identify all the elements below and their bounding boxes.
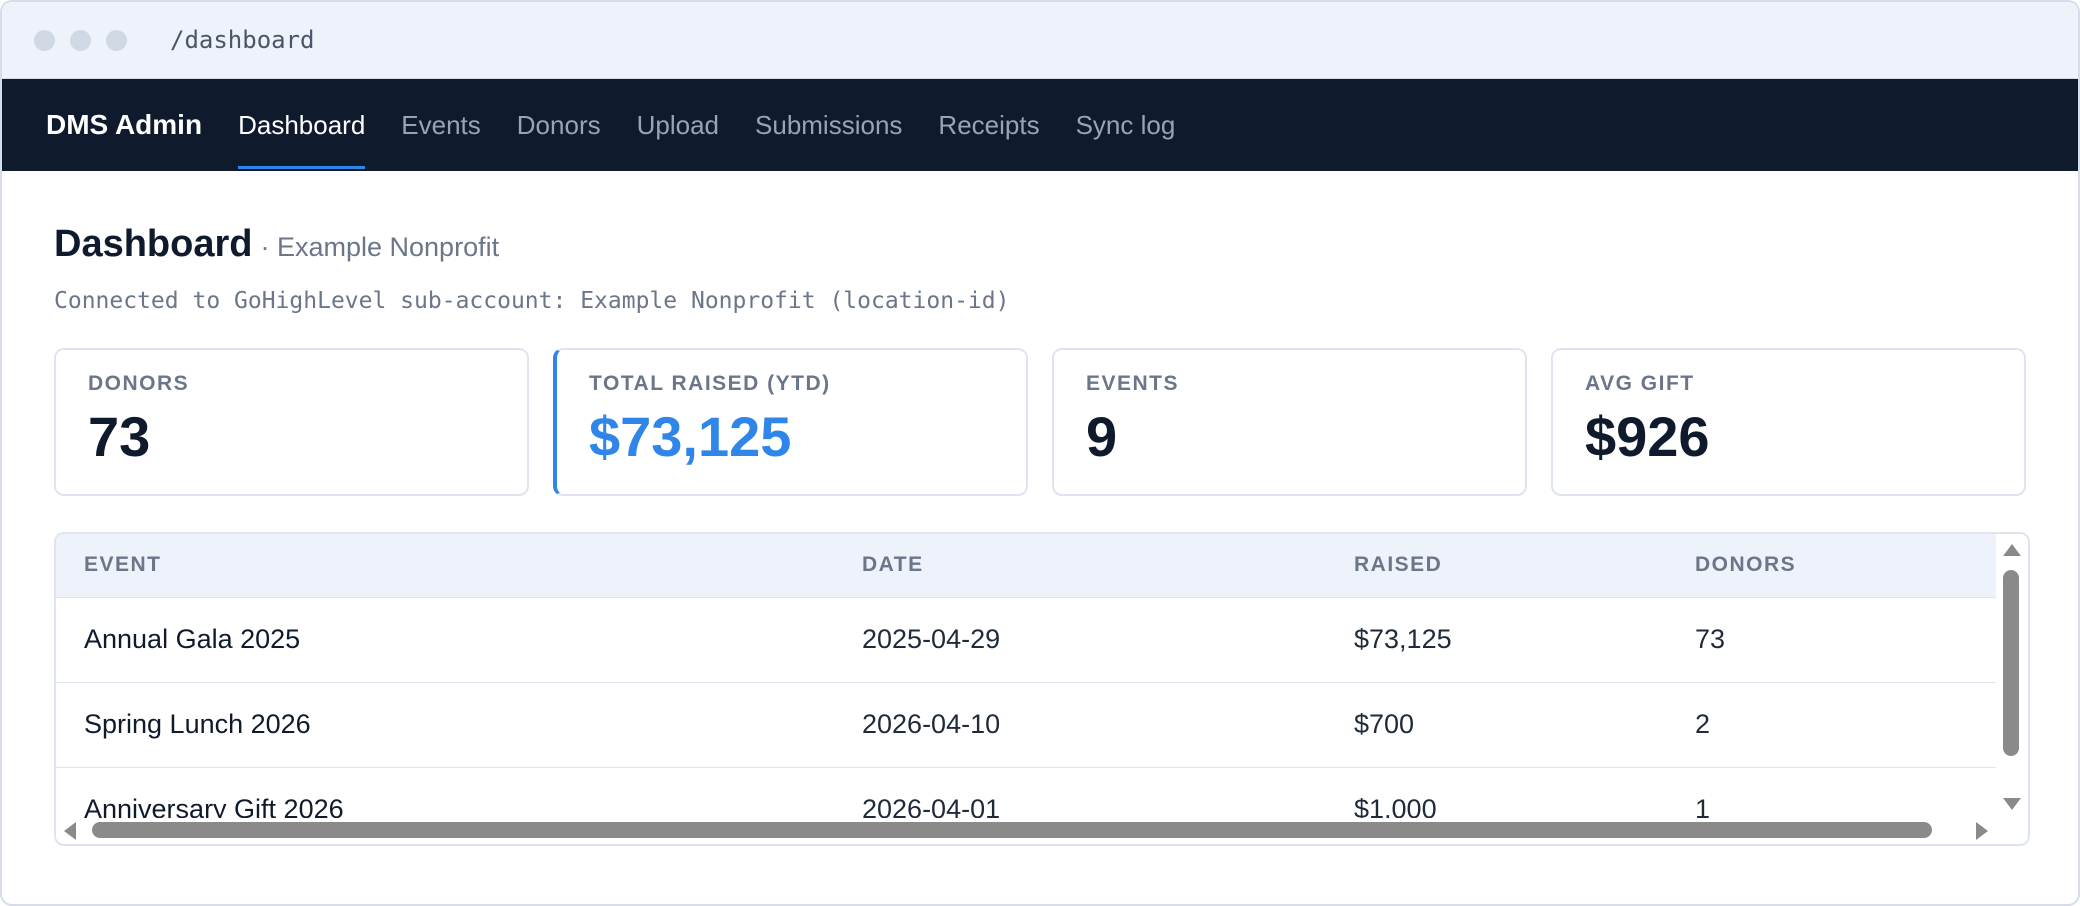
cell-event: Anniversary Gift 2026 [56,767,834,822]
scroll-right-arrow-icon[interactable] [1976,822,1988,840]
organization-name: · Example Nonprofit [260,232,500,262]
horizontal-scrollbar[interactable] [56,818,2028,844]
window-close-dot[interactable] [34,29,55,51]
stat-label: AVG GIFT [1585,372,1695,395]
brand-logo[interactable]: DMS Admin [46,79,202,171]
stat-label: TOTAL RAISED (YTD) [589,372,831,395]
vertical-scrollbar[interactable] [1996,534,2028,822]
main-content: Dashboard · Example Nonprofit Connected … [2,171,2078,846]
stat-card-total-raised: TOTAL RAISED (YTD) $73,125 [553,348,1028,496]
scroll-up-arrow-icon[interactable] [2003,544,2021,556]
horizontal-scroll-thumb[interactable] [92,822,1932,838]
stat-label: EVENTS [1086,372,1180,395]
cell-event: Annual Gala 2025 [56,597,834,683]
cell-event: Spring Lunch 2026 [56,682,834,768]
cell-donors: 2 [1667,682,1998,768]
table-row[interactable]: Annual Gala 2025 2025-04-29 $73,125 73 [56,597,1998,683]
stat-card-donors: DONORS 73 [54,348,529,496]
window-maximize-dot[interactable] [106,29,127,51]
stats-cards: DONORS 73 TOTAL RAISED (YTD) $73,125 EVE… [54,348,2026,496]
table-row[interactable]: Spring Lunch 2026 2026-04-10 $700 2 [56,682,1998,768]
page-title: Dashboard [54,223,253,265]
stat-value: 9 [1086,405,1118,468]
vertical-scroll-thumb[interactable] [2003,570,2019,756]
column-header-donors[interactable]: DONORS [1667,534,1998,598]
window-minimize-dot[interactable] [70,29,91,51]
cell-raised: $1,000 [1326,767,1667,822]
table-header-row: EVENT DATE RAISED DONORS [56,534,1998,598]
stat-value: $926 [1585,405,1710,468]
top-navbar: DMS Admin Dashboard Events Donors Upload… [2,79,2078,171]
column-header-raised[interactable]: RAISED [1326,534,1667,598]
nav-item-donors[interactable]: Donors [517,79,601,171]
scroll-down-arrow-icon[interactable] [2003,798,2021,810]
scroll-left-arrow-icon[interactable] [64,822,76,840]
stat-card-avg-gift: AVG GIFT $926 [1551,348,2026,496]
cell-raised: $700 [1326,682,1667,768]
table-row[interactable]: Anniversary Gift 2026 2026-04-01 $1,000 … [56,767,1998,822]
column-header-date[interactable]: DATE [834,534,1326,598]
cell-date: 2025-04-29 [834,597,1326,683]
cell-date: 2026-04-01 [834,767,1326,822]
page-heading: Dashboard · Example Nonprofit [54,223,2026,266]
stat-label: DONORS [88,372,190,395]
cell-donors: 1 [1667,767,1998,822]
events-table-container: EVENT DATE RAISED DONORS Annual Gala 202… [54,532,2030,846]
address-bar-url[interactable]: /dashboard [170,26,315,54]
nav-item-sync-log[interactable]: Sync log [1076,79,1176,171]
stat-value: $73,125 [589,405,792,468]
connection-status: Connected to GoHighLevel sub-account: Ex… [54,288,1010,314]
nav-item-dashboard[interactable]: Dashboard [238,79,366,171]
column-header-event[interactable]: EVENT [56,534,834,598]
browser-window: /dashboard DMS Admin Dashboard Events Do… [0,0,2080,906]
cell-raised: $73,125 [1326,597,1667,683]
nav-item-events[interactable]: Events [401,79,481,171]
nav-item-submissions[interactable]: Submissions [755,79,902,171]
events-table: EVENT DATE RAISED DONORS Annual Gala 202… [56,534,1998,822]
nav-item-receipts[interactable]: Receipts [938,79,1039,171]
nav-item-upload[interactable]: Upload [637,79,719,171]
cell-donors: 73 [1667,597,1998,683]
browser-chrome: /dashboard [2,2,2078,79]
stat-value: 73 [88,405,151,468]
stat-card-events: EVENTS 9 [1052,348,1527,496]
events-table-viewport[interactable]: EVENT DATE RAISED DONORS Annual Gala 202… [56,534,1998,822]
cell-date: 2026-04-10 [834,682,1326,768]
